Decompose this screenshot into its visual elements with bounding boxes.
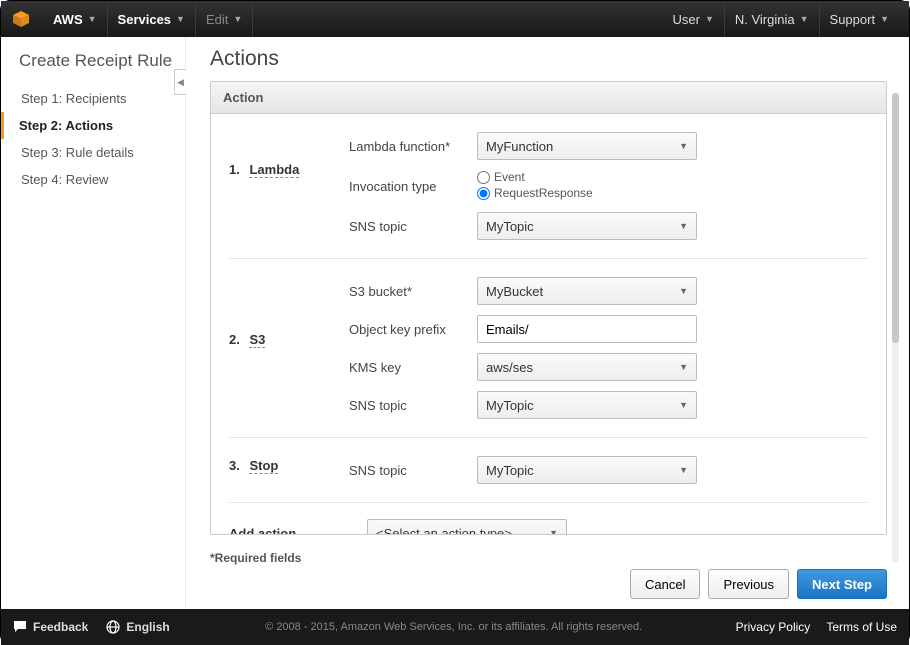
- content: Actions Action 1. Lambda Lambda function…: [186, 37, 909, 609]
- chevron-down-icon: ▼: [88, 14, 97, 24]
- action-num: 2.: [229, 332, 240, 347]
- sidebar-title: Create Receipt Rule: [19, 51, 179, 71]
- add-action-label: Add action: [229, 526, 367, 535]
- chevron-down-icon: ▼: [679, 362, 688, 372]
- chevron-down-icon: ▼: [176, 14, 185, 24]
- add-action-row: Add action <Select an action type>▼: [229, 503, 868, 534]
- panel-body: 1. Lambda Lambda function* MyFunction▼ I…: [211, 114, 886, 534]
- scrollbar[interactable]: [892, 93, 899, 563]
- panel-header: Action: [211, 82, 886, 114]
- chevron-down-icon: ▼: [679, 141, 688, 151]
- chevron-down-icon: ▼: [679, 221, 688, 231]
- action-num: 3.: [229, 458, 240, 473]
- lambda-function-label: Lambda function*: [349, 139, 477, 154]
- step-review[interactable]: Step 4: Review: [19, 166, 179, 193]
- chevron-down-icon: ▼: [679, 465, 688, 475]
- chevron-down-icon: ▼: [233, 14, 242, 24]
- globe-icon: [106, 620, 120, 634]
- lambda-sns-label: SNS topic: [349, 219, 477, 234]
- required-fields-note: *Required fields: [210, 551, 887, 565]
- invocation-event-radio[interactable]: [477, 171, 490, 184]
- nav-edit[interactable]: Edit▼: [196, 1, 253, 37]
- s3-sns-select[interactable]: MyTopic▼: [477, 391, 697, 419]
- action-stop: 3. Stop SNS topic MyTopic▼: [229, 438, 868, 503]
- invocation-type-label: Invocation type: [349, 179, 477, 194]
- invocation-reqresp-radio[interactable]: [477, 187, 490, 200]
- s3-prefix-input[interactable]: [477, 315, 697, 343]
- s3-kms-label: KMS key: [349, 360, 477, 375]
- action-lambda: 1. Lambda Lambda function* MyFunction▼ I…: [229, 114, 868, 259]
- invocation-reqresp-text: RequestResponse: [494, 186, 593, 200]
- add-action-select[interactable]: <Select an action type>▼: [367, 519, 567, 534]
- aws-logo-icon[interactable]: [11, 9, 31, 29]
- chevron-down-icon: ▼: [800, 14, 809, 24]
- next-step-button[interactable]: Next Step: [797, 569, 887, 599]
- stop-sns-label: SNS topic: [349, 463, 477, 478]
- actions-panel: Action 1. Lambda Lambda function* MyFunc…: [210, 81, 887, 535]
- nav-user[interactable]: User▼: [663, 1, 725, 37]
- invocation-event-text: Event: [494, 170, 525, 184]
- nav-services[interactable]: Services▼: [108, 1, 196, 37]
- action-name[interactable]: S3: [249, 332, 265, 348]
- sidebar: Create Receipt Rule Step 1: Recipients S…: [1, 37, 186, 609]
- chevron-down-icon: ▼: [549, 528, 558, 534]
- action-s3: 2. S3 S3 bucket* MyBucket▼ Object key pr…: [229, 259, 868, 438]
- cancel-button[interactable]: Cancel: [630, 569, 700, 599]
- action-name[interactable]: Lambda: [249, 162, 299, 178]
- lambda-sns-select[interactable]: MyTopic▼: [477, 212, 697, 240]
- privacy-policy-link[interactable]: Privacy Policy: [736, 620, 811, 634]
- s3-kms-select[interactable]: aws/ses▼: [477, 353, 697, 381]
- action-num: 1.: [229, 162, 240, 177]
- s3-bucket-label: S3 bucket*: [349, 284, 477, 299]
- s3-sns-label: SNS topic: [349, 398, 477, 413]
- step-actions[interactable]: Step 2: Actions: [1, 112, 179, 139]
- lambda-function-select[interactable]: MyFunction▼: [477, 132, 697, 160]
- page-heading: Actions: [210, 47, 887, 71]
- nav-region[interactable]: N. Virginia▼: [725, 1, 820, 37]
- chevron-down-icon: ▼: [679, 286, 688, 296]
- nav-support[interactable]: Support▼: [820, 1, 899, 37]
- top-nav: AWS▼ Services▼ Edit▼ User▼ N. Virginia▼ …: [1, 1, 909, 37]
- step-recipients[interactable]: Step 1: Recipients: [19, 85, 179, 112]
- copyright-text: © 2008 - 2015, Amazon Web Services, Inc.…: [188, 621, 720, 633]
- language-link[interactable]: English: [106, 620, 169, 634]
- footer: Feedback English © 2008 - 2015, Amazon W…: [1, 609, 909, 645]
- previous-button[interactable]: Previous: [708, 569, 789, 599]
- speech-bubble-icon: [13, 620, 27, 634]
- s3-prefix-label: Object key prefix: [349, 322, 477, 337]
- terms-of-use-link[interactable]: Terms of Use: [826, 620, 897, 634]
- stop-sns-select[interactable]: MyTopic▼: [477, 456, 697, 484]
- nav-home[interactable]: AWS▼: [43, 1, 108, 37]
- action-name[interactable]: Stop: [249, 458, 278, 474]
- collapse-sidebar-icon[interactable]: ◀: [174, 69, 186, 95]
- chevron-down-icon: ▼: [679, 400, 688, 410]
- step-rule-details[interactable]: Step 3: Rule details: [19, 139, 179, 166]
- feedback-link[interactable]: Feedback: [13, 620, 88, 634]
- chevron-down-icon: ▼: [705, 14, 714, 24]
- chevron-down-icon: ▼: [880, 14, 889, 24]
- s3-bucket-select[interactable]: MyBucket▼: [477, 277, 697, 305]
